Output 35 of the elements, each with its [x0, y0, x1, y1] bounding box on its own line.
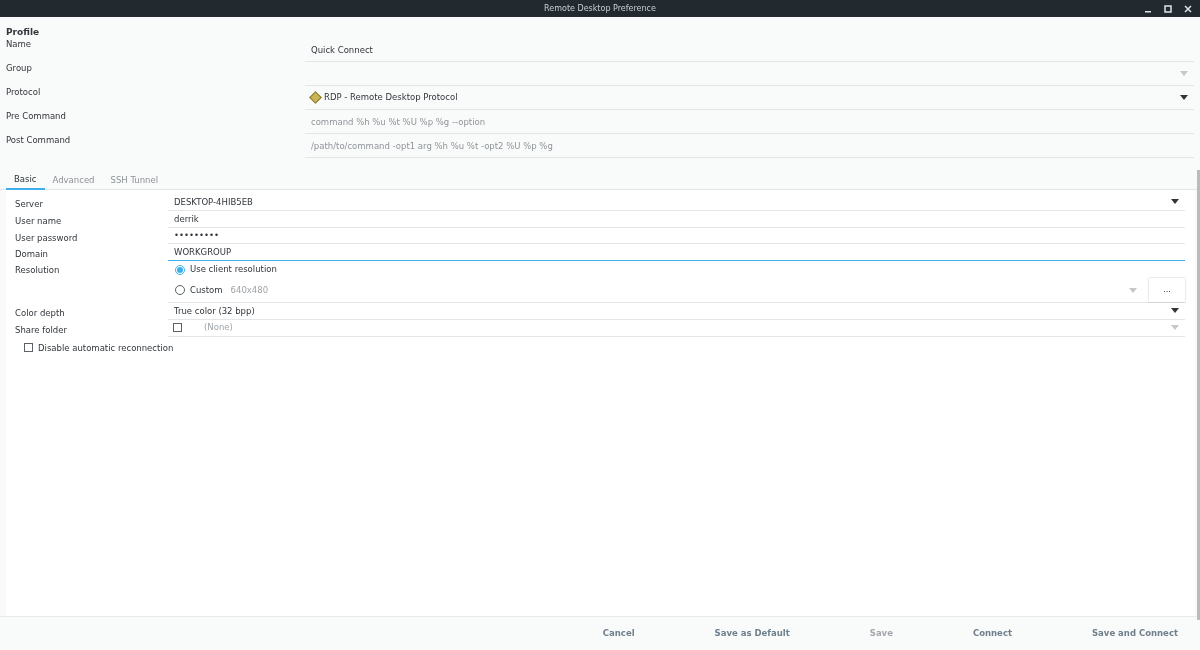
dialog-button[interactable]: Save as Default [704, 627, 800, 640]
dialog-button[interactable]: Save and Connect [1082, 627, 1188, 640]
section-heading: Profile [6, 26, 41, 38]
dropdown-value: (None) [204, 321, 234, 334]
field-label: Group [6, 62, 33, 75]
field-label: Domain [14, 248, 49, 261]
field-label: Share folder [14, 323, 68, 337]
dropdown-value: RDP - Remote Desktop Protocol [324, 91, 459, 104]
dropdown-arrow-icon [1129, 287, 1137, 293]
field-label: Pre Command [6, 110, 67, 123]
dropdown-arrow-icon [1180, 71, 1188, 76]
browse-button[interactable]: ... [1149, 278, 1185, 302]
field-label: Resolution [14, 264, 61, 277]
dialog-button[interactable]: Connect [962, 627, 1022, 640]
field-label: Name [6, 38, 33, 51]
field-label: Protocol [6, 86, 42, 99]
checkbox-option[interactable]: Disable automatic reconnection [24, 341, 174, 355]
radio-button[interactable]: Custom [175, 283, 223, 297]
dialog-button[interactable]: Cancel [592, 627, 645, 640]
dropdown-value: DESKTOP-4HIB5EB [174, 195, 254, 209]
field-label: User password [14, 231, 79, 245]
maximize-icon[interactable] [1164, 4, 1172, 13]
close-icon[interactable] [1184, 4, 1192, 13]
field-label: Post Command [6, 134, 72, 147]
window-title: Remote Desktop Preference [544, 2, 656, 15]
dropdown-arrow-icon [1180, 95, 1188, 100]
radio-button[interactable]: Use client resolution [175, 263, 277, 276]
field-label: User name [14, 214, 63, 228]
field-label: Color depth [14, 307, 66, 320]
dropdown-value: True color (32 bpp) [174, 304, 256, 318]
field-label: Server [14, 198, 44, 211]
dropdown-arrow-icon [1171, 308, 1179, 314]
dropdown-arrow-icon [1171, 325, 1179, 331]
scrollbar[interactable] [1197, 170, 1200, 620]
dropdown-arrow-icon [1171, 199, 1179, 205]
